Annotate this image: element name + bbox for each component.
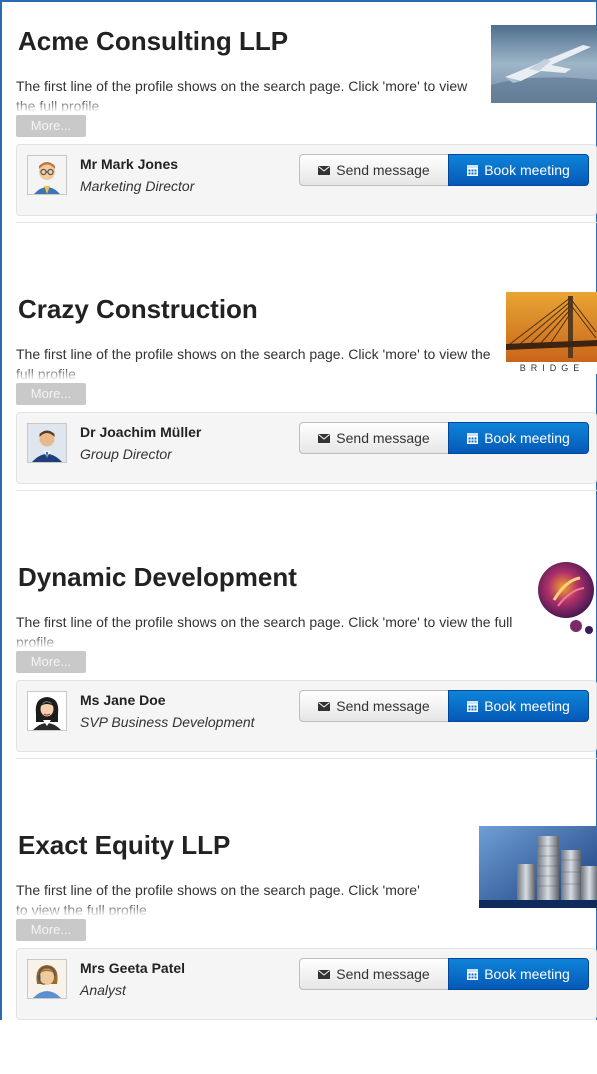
contact-actions: Send message Book meeting [299, 958, 589, 990]
contact-role: Group Director [80, 446, 172, 462]
contact-name[interactable]: Dr Joachim Müller [80, 424, 201, 440]
company-description: The first line of the profile shows on t… [16, 344, 491, 380]
coin-stacks-photo-icon [479, 826, 597, 908]
book-meeting-button[interactable]: Book meeting [448, 958, 589, 990]
company-description: The first line of the profile shows on t… [16, 76, 476, 112]
company-result: Dynamic Development The first line of th… [16, 538, 597, 806]
result-divider [16, 490, 597, 491]
company-name[interactable]: Crazy Construction [18, 294, 258, 325]
woman-avatar-icon [27, 691, 67, 731]
envelope-icon [318, 969, 331, 979]
abstract-circles-logo-icon [536, 560, 597, 642]
more-button[interactable]: More... [16, 383, 86, 405]
search-results-frame: Acme Consulting LLP The first line of th… [0, 0, 597, 1020]
contact-actions: Send message Book meeting [299, 154, 589, 186]
book-meeting-button[interactable]: Book meeting [448, 154, 589, 186]
bridge-logo-text: BRIDGE [506, 362, 597, 374]
woman-headset-avatar-icon [27, 959, 67, 999]
book-meeting-label: Book meeting [484, 698, 570, 714]
company-name[interactable]: Exact Equity LLP [18, 830, 230, 861]
send-message-button[interactable]: Send message [299, 690, 448, 722]
company-description: The first line of the profile shows on t… [16, 880, 426, 916]
contact-actions: Send message Book meeting [299, 422, 589, 454]
contact-card: Mrs Geeta Patel Analyst Send message Boo… [16, 948, 597, 1020]
send-message-label: Send message [336, 430, 430, 446]
book-meeting-label: Book meeting [484, 430, 570, 446]
more-button[interactable]: More... [16, 115, 86, 137]
description-fade [16, 366, 491, 380]
contact-name[interactable]: Ms Jane Doe [80, 692, 166, 708]
company-name[interactable]: Acme Consulting LLP [18, 26, 288, 57]
contact-role: Marketing Director [80, 178, 195, 194]
company-result: Crazy Construction The first line of the… [16, 270, 597, 538]
contact-card: Dr Joachim Müller Group Director Send me… [16, 412, 597, 484]
calendar-icon [467, 700, 479, 712]
send-message-button[interactable]: Send message [299, 154, 448, 186]
company-result: Exact Equity LLP The first line of the p… [16, 806, 597, 1074]
envelope-icon [318, 165, 331, 175]
send-message-label: Send message [336, 966, 430, 982]
bridge-logo-icon: BRIDGE [506, 292, 597, 374]
man-glasses-avatar-icon [27, 155, 67, 195]
man-suit-avatar-icon [27, 423, 67, 463]
send-message-button[interactable]: Send message [299, 422, 448, 454]
result-divider [16, 758, 597, 759]
description-fade [16, 98, 476, 112]
send-message-label: Send message [336, 162, 430, 178]
company-result: Acme Consulting LLP The first line of th… [16, 2, 597, 270]
calendar-icon [467, 968, 479, 980]
contact-name[interactable]: Mrs Geeta Patel [80, 960, 185, 976]
company-description: The first line of the profile shows on t… [16, 612, 521, 648]
description-fade [16, 902, 426, 916]
description-fade [16, 634, 521, 648]
book-meeting-label: Book meeting [484, 162, 570, 178]
calendar-icon [467, 164, 479, 176]
contact-card: Ms Jane Doe SVP Business Development Sen… [16, 680, 597, 752]
contact-role: Analyst [80, 982, 126, 998]
send-message-button[interactable]: Send message [299, 958, 448, 990]
company-name[interactable]: Dynamic Development [18, 562, 297, 593]
send-message-label: Send message [336, 698, 430, 714]
envelope-icon [318, 433, 331, 443]
jet-plane-photo-icon [491, 25, 597, 103]
contact-role: SVP Business Development [80, 714, 255, 730]
envelope-icon [318, 701, 331, 711]
result-divider [16, 222, 597, 223]
more-button[interactable]: More... [16, 651, 86, 673]
more-button[interactable]: More... [16, 919, 86, 941]
book-meeting-button[interactable]: Book meeting [448, 690, 589, 722]
calendar-icon [467, 432, 479, 444]
book-meeting-label: Book meeting [484, 966, 570, 982]
contact-actions: Send message Book meeting [299, 690, 589, 722]
contact-card: Mr Mark Jones Marketing Director Send me… [16, 144, 597, 216]
book-meeting-button[interactable]: Book meeting [448, 422, 589, 454]
contact-name[interactable]: Mr Mark Jones [80, 156, 178, 172]
